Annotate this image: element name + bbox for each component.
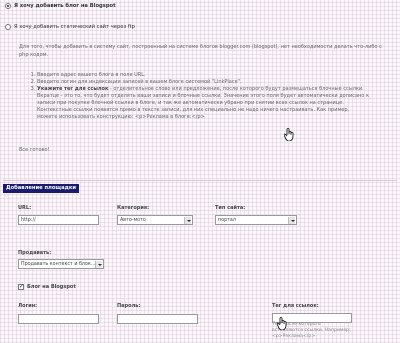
choice-blogspot[interactable]: Я хочу добавить блог на Blogspot bbox=[5, 3, 116, 9]
login-label: Логин: bbox=[18, 303, 38, 309]
step-item: Укажите тег для ссылок - отделительное с… bbox=[37, 86, 369, 121]
intro-text: Для того, чтобы добавить в систему сайт,… bbox=[19, 44, 382, 58]
chevron-down-icon bbox=[288, 217, 295, 224]
site-type-select-value: портал bbox=[218, 218, 236, 223]
password-input[interactable] bbox=[117, 314, 198, 324]
hand-cursor-icon bbox=[277, 317, 287, 330]
url-input[interactable]: http:// bbox=[18, 215, 99, 225]
category-label: Категория: bbox=[117, 205, 150, 211]
url-label: URL: bbox=[18, 205, 32, 211]
radio-static-site[interactable] bbox=[5, 24, 11, 30]
radio-blogspot[interactable] bbox=[5, 3, 11, 9]
url-input-value: http:// bbox=[21, 218, 36, 223]
chevron-down-icon bbox=[95, 261, 102, 268]
done-text: Все готово! bbox=[19, 147, 50, 153]
step-text: Введите адрес вашего блога в поле URL. bbox=[37, 72, 146, 78]
step-strong: Укажите тег для ссылок bbox=[37, 86, 109, 92]
step-item: Введите логин для индексации записей в в… bbox=[37, 79, 369, 86]
sell-select-value: Продавать контекст и блок... bbox=[21, 262, 96, 267]
choice-blogspot-label: Я хочу добавить блог на Blogspot bbox=[14, 3, 116, 9]
site-type-select[interactable]: портал bbox=[215, 215, 297, 225]
section-divider bbox=[3, 180, 397, 181]
password-label: Пароль: bbox=[117, 303, 141, 309]
sell-label: Продавать: bbox=[18, 250, 52, 256]
section-title: Добавление площадки bbox=[3, 184, 79, 193]
login-input[interactable] bbox=[18, 314, 99, 324]
hand-cursor-icon bbox=[284, 128, 294, 141]
chevron-down-icon bbox=[184, 217, 191, 224]
step-item: Введите адрес вашего блога в поле URL. bbox=[37, 72, 369, 79]
category-select[interactable]: Авто-мото bbox=[117, 215, 193, 225]
choice-static-site-label: Я хочу добавить статический сайт через f… bbox=[14, 24, 135, 30]
instructions-list: Введите адрес вашего блога в поле URL. В… bbox=[31, 72, 369, 121]
step-text: Введите логин для индексации записей в в… bbox=[37, 79, 242, 85]
choice-static-site[interactable]: Я хочу добавить статический сайт через f… bbox=[5, 24, 135, 30]
category-select-value: Авто-мото bbox=[120, 218, 146, 223]
blogspot-checkbox[interactable] bbox=[18, 283, 24, 290]
site-type-label: Тип сайта: bbox=[215, 205, 246, 211]
blogspot-checkbox-label: Блог на Blogspot bbox=[27, 284, 76, 290]
sell-select[interactable]: Продавать контекст и блок... bbox=[18, 259, 104, 269]
tag-label: Тег для ссылок: bbox=[272, 303, 319, 309]
